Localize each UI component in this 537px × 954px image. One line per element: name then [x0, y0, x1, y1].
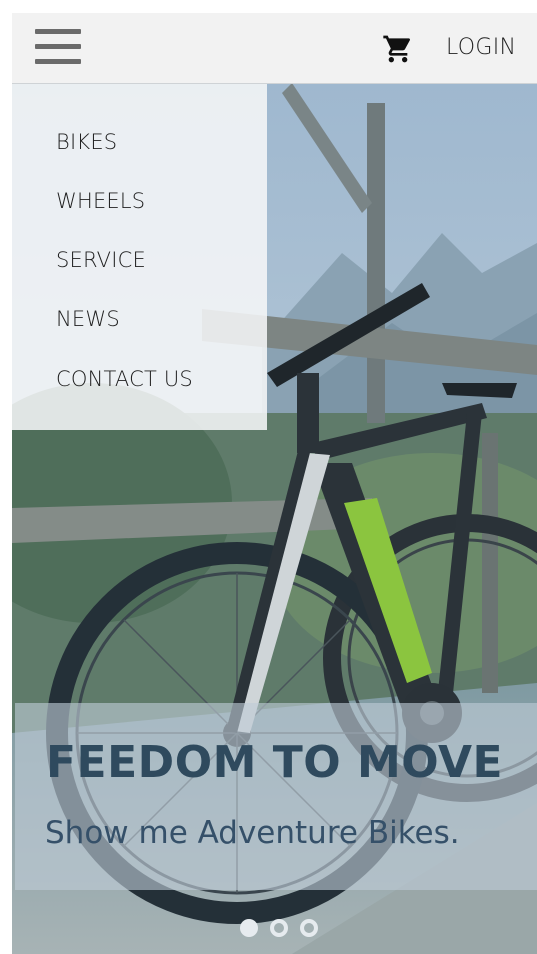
menu-item-service[interactable]: SERVICE — [56, 248, 146, 272]
carousel-dot-1[interactable] — [240, 919, 258, 937]
app-frame: LOGIN BIKES WHEELS SERVICE NEWS CONTACT … — [12, 13, 537, 954]
carousel-dot-2[interactable] — [270, 919, 288, 937]
hamburger-bar — [35, 44, 81, 49]
hamburger-menu-icon[interactable] — [35, 29, 81, 67]
carousel-dot-3[interactable] — [300, 919, 318, 937]
hamburger-bar — [35, 59, 81, 64]
top-header: LOGIN — [12, 13, 537, 84]
menu-item-wheels[interactable]: WHEELS — [56, 189, 145, 213]
hero-banner[interactable]: FEEDOM TO MOVE Show me Adventure Bikes. — [15, 703, 537, 890]
hero-subtitle-link[interactable]: Show me Adventure Bikes. — [45, 815, 460, 851]
menu-item-contact-us[interactable]: CONTACT US — [56, 367, 193, 391]
menu-item-bikes[interactable]: BIKES — [56, 130, 117, 154]
shopping-cart-icon[interactable] — [382, 33, 414, 65]
hamburger-bar — [35, 29, 81, 34]
nav-menu: BIKES WHEELS SERVICE NEWS CONTACT US — [12, 84, 267, 430]
menu-item-news[interactable]: NEWS — [56, 307, 120, 331]
login-link[interactable]: LOGIN — [446, 35, 516, 60]
shopping-cart-icon-svg — [383, 35, 411, 63]
hero-title: FEEDOM TO MOVE — [46, 737, 504, 788]
